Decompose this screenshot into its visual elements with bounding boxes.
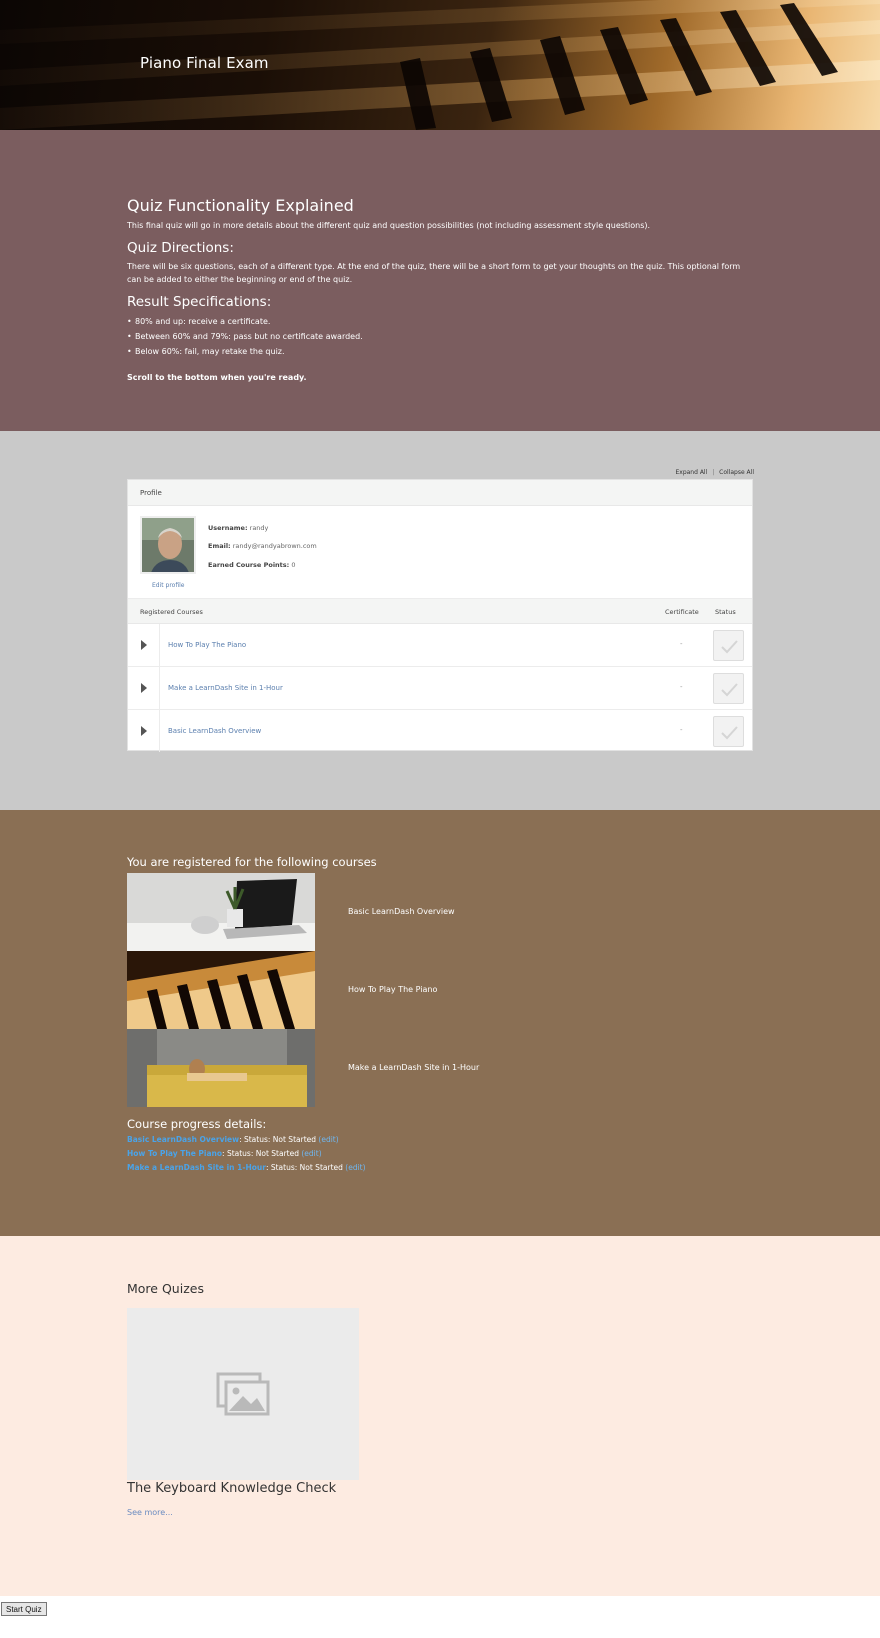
intro-description: This final quiz will go in more details … [127, 221, 651, 230]
course-link[interactable]: How To Play The Piano [168, 641, 246, 649]
username-field: Username: randy [208, 524, 268, 532]
course-thumbnail-laptop[interactable] [127, 873, 315, 951]
course-row: Basic LearnDash Overview - [128, 710, 752, 753]
progress-edit-link[interactable]: (edit) [301, 1149, 321, 1158]
edit-profile-link[interactable]: Edit profile [152, 582, 184, 589]
course-thumbnail-piano[interactable] [127, 951, 315, 1029]
status-check-icon [713, 673, 744, 704]
points-field: Earned Course Points: 0 [208, 561, 295, 569]
course-row: How To Play The Piano - [128, 624, 752, 667]
results-list: 80% and up: receive a certificate. Betwe… [127, 314, 753, 359]
progress-status: : Status: Not Started [265, 1163, 343, 1172]
course-row: Make a LearnDash Site in 1-Hour - [128, 667, 752, 710]
more-quizes-section: More Quizes The Keyboard Knowledge Check… [0, 1236, 880, 1596]
username-label: Username: [208, 524, 248, 532]
page-title: Piano Final Exam [140, 54, 269, 72]
see-more-link[interactable]: See more... [127, 1508, 173, 1517]
results-item: Below 60%: fail, may retake the quiz. [127, 344, 753, 359]
image-placeholder-icon [216, 1372, 270, 1416]
course-title[interactable]: How To Play The Piano [348, 985, 437, 994]
certificate-value: - [680, 683, 683, 691]
directions-heading: Quiz Directions: [127, 240, 234, 256]
email-label: Email: [208, 542, 231, 550]
points-value: 0 [291, 561, 296, 569]
avatar-photo [142, 518, 194, 572]
directions-text: There will be six questions, each of a d… [127, 262, 741, 284]
profile-header: Profile [128, 480, 752, 506]
progress-row: How To Play The Piano: Status: Not Start… [127, 1149, 322, 1158]
quiz-title[interactable]: The Keyboard Knowledge Check [127, 1481, 336, 1496]
quiz-intro-section: Quiz Functionality Explained This final … [0, 130, 880, 431]
course-link[interactable]: Make a LearnDash Site in 1-Hour [168, 684, 283, 692]
progress-edit-link[interactable]: (edit) [318, 1135, 338, 1144]
certificate-value: - [680, 726, 683, 734]
email-field: Email: randy@randyabrown.com [208, 542, 317, 550]
progress-course-link[interactable]: Basic LearnDash Overview [127, 1135, 239, 1144]
email-value: randy@randyabrown.com [232, 542, 317, 550]
progress-course-link[interactable]: Make a LearnDash Site in 1-Hour [127, 1163, 266, 1172]
registered-courses-list: How To Play The Piano - Make a LearnDash… [128, 624, 752, 753]
registered-courses-section: You are registered for the following cou… [0, 810, 880, 1236]
more-quizes-heading: More Quizes [127, 1281, 204, 1296]
profile-body: Edit profile Username: randy Email: rand… [128, 506, 752, 598]
registered-heading: You are registered for the following cou… [127, 855, 377, 869]
ready-text: Scroll to the bottom when you're ready. [127, 373, 307, 382]
profile-card: Profile Edit profile Username: randy Ema… [127, 479, 753, 753]
certificate-column-header: Certificate [665, 608, 699, 616]
quiz-intro-content: Quiz Functionality Explained This final … [127, 196, 753, 384]
expand-all-link[interactable]: Expand All [675, 469, 707, 476]
collapse-all-link[interactable]: Collapse All [719, 469, 754, 476]
course-title[interactable]: Basic LearnDash Overview [348, 907, 455, 916]
status-column-header: Status [715, 608, 736, 616]
results-item: Between 60% and 79%: pass but no certifi… [127, 329, 753, 344]
progress-course-link[interactable]: How To Play The Piano [127, 1149, 222, 1158]
avatar [140, 516, 196, 574]
progress-status: : Status: Not Started [239, 1135, 317, 1144]
results-heading: Result Specifications: [127, 294, 272, 310]
start-quiz-button[interactable]: Start Quiz [1, 1602, 47, 1616]
progress-row: Basic LearnDash Overview: Status: Not St… [127, 1135, 339, 1144]
certificate-value: - [680, 640, 683, 648]
hero-banner: Piano Final Exam [0, 0, 880, 130]
results-item: 80% and up: receive a certificate. [127, 314, 753, 329]
expand-arrow-icon[interactable] [128, 710, 160, 752]
expand-arrow-icon[interactable] [128, 667, 160, 709]
status-check-icon [713, 630, 744, 661]
username-value: randy [249, 524, 269, 532]
registered-courses-title: Registered Courses [140, 608, 203, 616]
course-title[interactable]: Make a LearnDash Site in 1-Hour [348, 1063, 479, 1072]
separator: | [712, 469, 715, 476]
course-thumbnail-sofa[interactable] [127, 1029, 315, 1107]
course-link[interactable]: Basic LearnDash Overview [168, 727, 261, 735]
profile-section: Expand All | Collapse All Profile Edit p… [0, 431, 880, 810]
status-check-icon [713, 716, 744, 747]
progress-edit-link[interactable]: (edit) [345, 1163, 365, 1172]
piano-keys-image [0, 0, 880, 130]
quiz-thumbnail[interactable] [127, 1308, 359, 1480]
points-label: Earned Course Points: [208, 561, 290, 569]
expand-arrow-icon[interactable] [128, 624, 160, 666]
registered-courses-header: Registered Courses Certificate Status [128, 598, 752, 624]
intro-heading: Quiz Functionality Explained [127, 196, 354, 215]
progress-status: : Status: Not Started [222, 1149, 299, 1158]
expand-collapse-bar: Expand All | Collapse All [675, 469, 754, 476]
progress-row: Make a LearnDash Site in 1-Hour: Status:… [127, 1163, 366, 1172]
progress-heading: Course progress details: [127, 1117, 267, 1131]
